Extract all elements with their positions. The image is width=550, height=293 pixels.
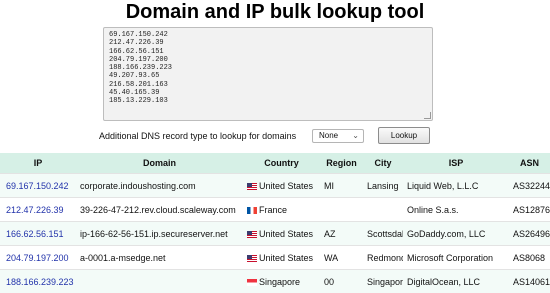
region-cell: AZ	[320, 222, 363, 246]
column-header-asn[interactable]: ASN	[509, 153, 550, 174]
asn-cell: AS14061	[509, 270, 550, 293]
france-flag-icon	[247, 207, 257, 214]
column-header-isp[interactable]: ISP	[403, 153, 509, 174]
country-cell: United States	[243, 174, 320, 198]
ip-line: 188.166.239.223	[109, 64, 432, 72]
table-row: 204.79.197.200 a-0001.a-msedge.net Unite…	[0, 246, 550, 270]
region-cell: MI	[320, 174, 363, 198]
country-cell: Singapore	[243, 270, 320, 293]
ip-link[interactable]: 166.62.56.151	[0, 222, 76, 246]
domain-cell: a-0001.a-msedge.net	[76, 246, 243, 270]
ip-line: 166.62.56.151	[109, 48, 432, 56]
isp-cell: Microsoft Corporation	[403, 246, 509, 270]
table-row: 212.47.226.39 39-226-47-212.rev.cloud.sc…	[0, 198, 550, 222]
table-header-row: IP Domain Country Region City ISP ASN	[0, 153, 550, 174]
chevron-down-icon: ⌄	[352, 130, 359, 142]
city-cell: Singapore	[363, 270, 403, 293]
resize-handle-icon[interactable]	[424, 112, 431, 119]
city-cell: Scottsdale	[363, 222, 403, 246]
domain-cell: 39-226-47-212.rev.cloud.scaleway.com	[76, 198, 243, 222]
ip-line: 185.13.229.103	[109, 97, 432, 105]
country-name: United States	[259, 181, 313, 191]
city-cell	[363, 198, 403, 222]
country-cell: United States	[243, 222, 320, 246]
asn-cell: AS26496	[509, 222, 550, 246]
city-cell: Redmond	[363, 246, 403, 270]
ip-line: 212.47.226.39	[109, 39, 432, 47]
column-header-city[interactable]: City	[363, 153, 403, 174]
country-name: United States	[259, 253, 313, 263]
asn-cell: AS8068	[509, 246, 550, 270]
ip-link[interactable]: 212.47.226.39	[0, 198, 76, 222]
region-cell: 00	[320, 270, 363, 293]
isp-cell: GoDaddy.com, LLC	[403, 222, 509, 246]
results-table: IP Domain Country Region City ISP ASN 69…	[0, 153, 550, 293]
region-cell: WA	[320, 246, 363, 270]
ip-line: 216.58.201.163	[109, 81, 432, 89]
us-flag-icon	[247, 231, 257, 238]
dns-options-row: Additional DNS record type to lookup for…	[0, 129, 550, 145]
domain-cell: ip-166-62-56-151.ip.secureserver.net	[76, 222, 243, 246]
column-header-domain[interactable]: Domain	[76, 153, 243, 174]
dns-record-selected-value: None	[319, 131, 338, 140]
ip-link[interactable]: 188.166.239.223	[0, 270, 76, 293]
lookup-button[interactable]: Lookup	[378, 127, 430, 144]
ip-line: 45.40.165.39	[109, 89, 432, 97]
country-cell: United States	[243, 246, 320, 270]
ip-list-textarea[interactable]: 69.167.150.242 212.47.226.39 166.62.56.1…	[103, 27, 433, 121]
isp-cell: DigitalOcean, LLC	[403, 270, 509, 293]
region-cell	[320, 198, 363, 222]
singapore-flag-icon	[247, 279, 257, 286]
ip-line: 49.207.93.65	[109, 72, 432, 80]
table-row: 188.166.239.223 Singapore 00 Singapore D…	[0, 270, 550, 293]
country-cell: France	[243, 198, 320, 222]
dns-record-label: Additional DNS record type to lookup for…	[99, 130, 296, 142]
ip-link[interactable]: 204.79.197.200	[0, 246, 76, 270]
city-cell: Lansing	[363, 174, 403, 198]
dns-record-select[interactable]: None ⌄	[312, 129, 364, 143]
domain-cell	[76, 270, 243, 293]
page-title: Domain and IP bulk lookup tool	[0, 1, 550, 23]
country-name: France	[259, 205, 287, 215]
us-flag-icon	[247, 255, 257, 262]
ip-line: 204.79.197.200	[109, 56, 432, 64]
column-header-country[interactable]: Country	[243, 153, 320, 174]
isp-cell: Online S.a.s.	[403, 198, 509, 222]
ip-link[interactable]: 69.167.150.242	[0, 174, 76, 198]
asn-cell: AS32244	[509, 174, 550, 198]
column-header-region[interactable]: Region	[320, 153, 363, 174]
asn-cell: AS12876	[509, 198, 550, 222]
column-header-ip[interactable]: IP	[0, 153, 76, 174]
isp-cell: Liquid Web, L.L.C	[403, 174, 509, 198]
country-name: United States	[259, 229, 313, 239]
domain-cell: corporate.indoushosting.com	[76, 174, 243, 198]
table-row: 69.167.150.242 corporate.indoushosting.c…	[0, 174, 550, 198]
table-row: 166.62.56.151 ip-166-62-56-151.ip.secure…	[0, 222, 550, 246]
us-flag-icon	[247, 183, 257, 190]
ip-line: 69.167.150.242	[109, 31, 432, 39]
country-name: Singapore	[259, 277, 300, 287]
